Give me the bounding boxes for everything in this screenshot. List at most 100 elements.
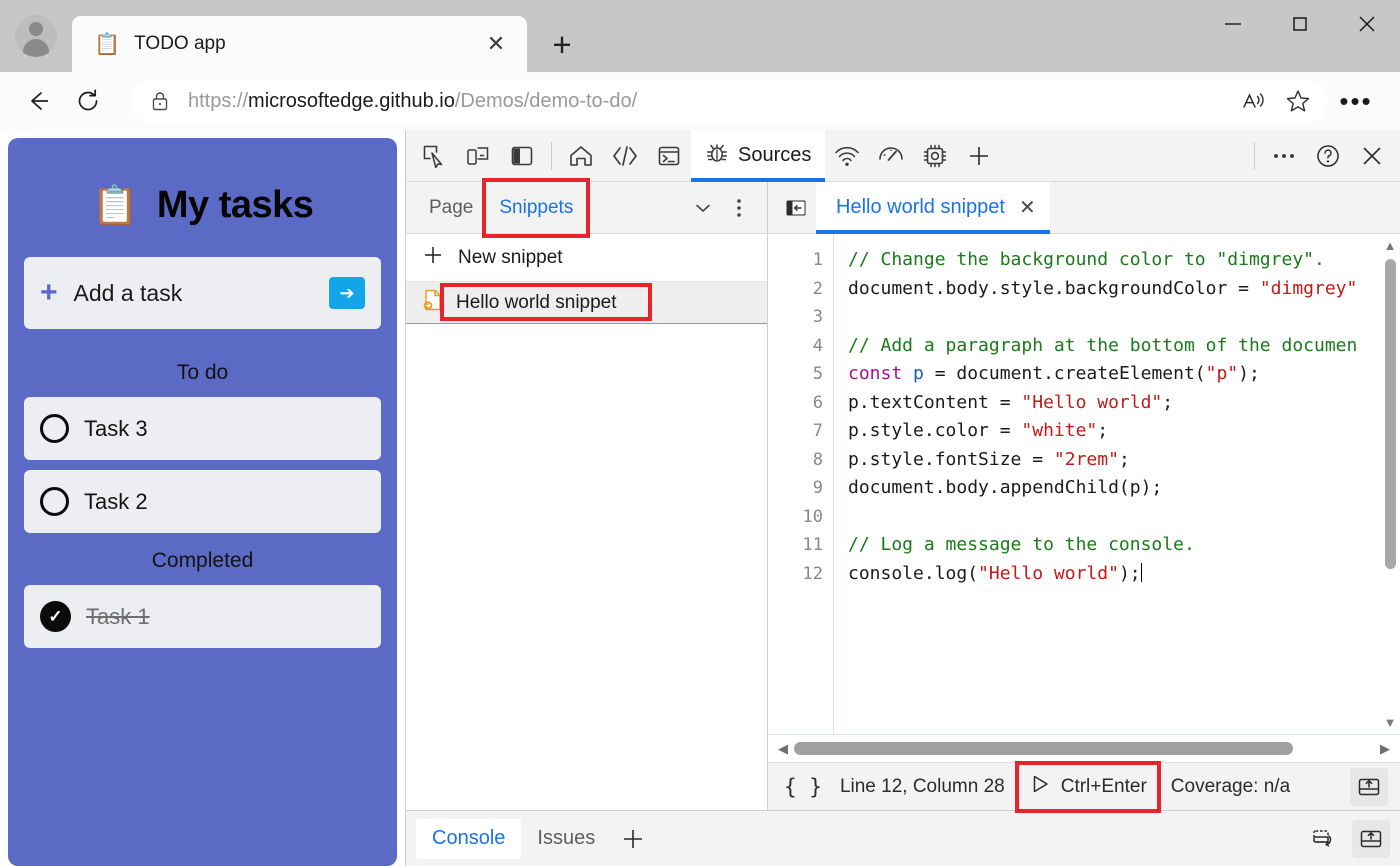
code-line: // Add a paragraph at the bottom of the … [848, 332, 1400, 361]
back-arrow-icon[interactable] [16, 79, 60, 123]
snippet-file-icon [422, 288, 444, 318]
submit-arrow-icon[interactable]: ➔ [329, 277, 365, 309]
run-snippet-button[interactable]: Ctrl+Enter [1019, 770, 1157, 804]
list-item[interactable]: ✓ Task 1 [24, 585, 381, 648]
divider [1254, 142, 1255, 170]
tab-page[interactable]: Page [416, 182, 486, 234]
scroll-right-arrow-icon[interactable]: ▶ [1374, 741, 1396, 757]
close-icon[interactable] [1333, 0, 1400, 48]
tab-sources[interactable]: Sources [691, 130, 825, 182]
line-number: 7 [768, 417, 823, 446]
sources-navigator: Page Snippets [406, 182, 768, 810]
reload-icon[interactable] [66, 79, 110, 123]
browser-tab[interactable]: 📋 TODO app ✕ [72, 16, 527, 72]
tab-sources-label: Sources [738, 144, 811, 167]
add-drawer-tab-button[interactable] [611, 819, 655, 859]
tab-hello-world-snippet[interactable]: Hello world snippet ✕ [816, 182, 1050, 234]
avatar [15, 15, 57, 57]
add-task-input[interactable]: + Add a task ➔ [24, 257, 381, 329]
close-devtools-icon[interactable] [1350, 134, 1394, 178]
line-number: 6 [768, 389, 823, 418]
list-item[interactable]: Hello world snippet [406, 282, 767, 324]
star-icon[interactable] [1276, 79, 1320, 123]
scroll-thumb[interactable] [1385, 259, 1396, 569]
more-vertical-icon[interactable] [721, 190, 757, 226]
help-icon[interactable] [1306, 134, 1350, 178]
list-item[interactable]: Task 2 [24, 470, 381, 533]
new-snippet-button[interactable]: New snippet [406, 234, 767, 282]
pretty-print-button[interactable]: { } [780, 775, 826, 799]
profile-button[interactable] [0, 0, 72, 72]
new-tab-button[interactable]: + [539, 21, 585, 67]
todo-header: 📋 My tasks [24, 138, 381, 257]
code-line: // Change the background color to "dimgr… [848, 246, 1400, 275]
more-options-icon[interactable] [1262, 134, 1306, 178]
add-panel-button[interactable] [957, 134, 1001, 178]
code-content[interactable]: // Change the background color to "dimgr… [834, 234, 1400, 734]
tab-console[interactable]: Console [416, 819, 521, 859]
window-controls [1199, 0, 1400, 48]
scroll-track[interactable] [794, 742, 1374, 755]
url-scheme: https:// [188, 90, 248, 112]
editor-horizontal-scrollbar[interactable]: ◀ ▶ [768, 734, 1400, 762]
performance-icon[interactable] [869, 134, 913, 178]
checkbox-unchecked-icon[interactable] [40, 487, 69, 516]
close-icon[interactable]: ✕ [1019, 195, 1036, 220]
minimize-icon[interactable] [1199, 0, 1266, 48]
close-icon[interactable]: ✕ [479, 27, 513, 61]
collapse-sidebar-icon[interactable] [776, 188, 816, 228]
checkbox-unchecked-icon[interactable] [40, 414, 69, 443]
code-line: document.body.style.backgroundColor = "d… [848, 275, 1400, 304]
inspect-element-icon[interactable] [412, 134, 456, 178]
line-number: 12 [768, 560, 823, 589]
navigator-tools [685, 190, 757, 226]
chevron-down-icon[interactable] [685, 190, 721, 226]
browser-settings-button[interactable]: ••• [1328, 79, 1384, 123]
home-icon[interactable] [559, 134, 603, 178]
upload-icon[interactable] [1350, 768, 1388, 806]
read-aloud-icon[interactable] [1232, 79, 1276, 123]
dock-side-icon[interactable] [500, 134, 544, 178]
task-label: Task 1 [86, 604, 150, 630]
console-icon[interactable] [647, 134, 691, 178]
devtools-drawer: Console Issues [406, 810, 1400, 866]
scroll-up-arrow-icon[interactable]: ▲ [1384, 234, 1397, 257]
url-path: /Demos/demo-to-do/ [455, 90, 637, 112]
todo-app: 📋 My tasks + Add a task ➔ To do Task 3 T… [0, 130, 405, 866]
code-line: const p = document.createElement("p"); [848, 360, 1400, 389]
elements-icon[interactable] [603, 134, 647, 178]
checkbox-checked-icon[interactable]: ✓ [40, 601, 71, 632]
url-text: https://microsoftedge.github.io/Demos/de… [188, 90, 1232, 113]
drawer-right-tools [1306, 820, 1390, 858]
url-bar[interactable]: https://microsoftedge.github.io/Demos/de… [130, 80, 1328, 122]
code-editor[interactable]: 123456789101112 // Change the background… [768, 234, 1400, 734]
editor-tab-label: Hello world snippet [836, 196, 1005, 219]
network-icon[interactable] [825, 134, 869, 178]
page-title: My tasks [157, 184, 314, 227]
line-number: 8 [768, 446, 823, 475]
maximize-icon[interactable] [1266, 0, 1333, 48]
sources-editor: Hello world snippet ✕ 123456789101112 //… [768, 182, 1400, 810]
line-number: 5 [768, 360, 823, 389]
section-title-completed: Completed [24, 543, 381, 585]
upload-icon[interactable] [1352, 820, 1390, 858]
scroll-thumb[interactable] [794, 742, 1293, 755]
screencast-icon[interactable] [1306, 820, 1344, 858]
tab-snippets[interactable]: Snippets [486, 182, 586, 234]
editor-status-bar: { } Line 12, Column 28 Ctrl+Enter Covera… [768, 762, 1400, 810]
line-number: 10 [768, 503, 823, 532]
line-number: 3 [768, 303, 823, 332]
device-toolbar-icon[interactable] [456, 134, 500, 178]
line-number: 11 [768, 531, 823, 560]
section-title-todo: To do [24, 355, 381, 397]
code-line: p.style.fontSize = "2rem"; [848, 446, 1400, 475]
list-item[interactable]: Task 3 [24, 397, 381, 460]
tab-issues[interactable]: Issues [521, 819, 611, 859]
line-number-gutter: 123456789101112 [768, 234, 834, 734]
memory-icon[interactable] [913, 134, 957, 178]
clipboard-icon: 📋 [94, 34, 120, 55]
scroll-left-arrow-icon[interactable]: ◀ [772, 741, 794, 757]
scroll-down-arrow-icon[interactable]: ▼ [1384, 711, 1397, 734]
editor-vertical-scrollbar[interactable]: ▲ ▼ [1380, 234, 1400, 734]
divider [551, 142, 552, 170]
